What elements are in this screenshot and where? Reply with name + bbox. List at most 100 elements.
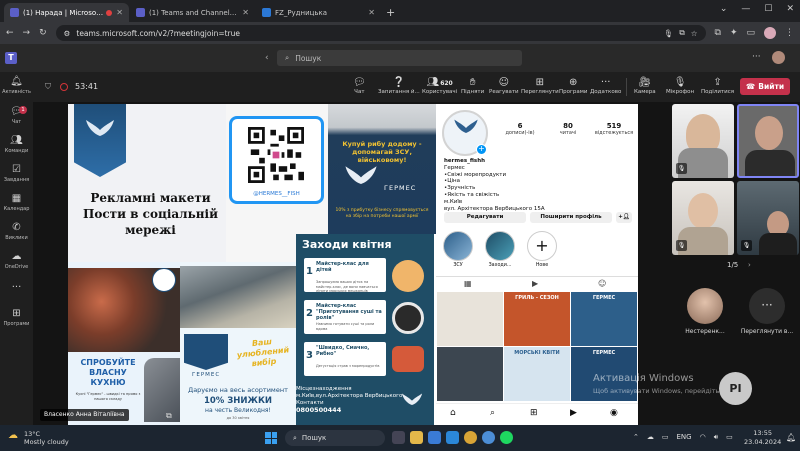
- more-button[interactable]: ··· Додатково: [590, 76, 621, 95]
- browser-tab-teams-channels[interactable]: (1) Teams and Channels | Д ✕: [130, 3, 255, 22]
- more-icon[interactable]: ···: [752, 52, 761, 62]
- spotify-icon[interactable]: [500, 431, 513, 444]
- qr-frame: @HERMES__FISH: [229, 116, 324, 204]
- apps-button[interactable]: ⊕ Програми: [559, 76, 587, 95]
- rail-item-apps[interactable]: ⊞ Програми: [0, 308, 33, 327]
- home-icon[interactable]: ⌂: [450, 408, 456, 418]
- reels-icon[interactable]: ▶: [570, 408, 577, 418]
- volume-icon[interactable]: 🔊︎: [714, 433, 718, 442]
- add-post-icon[interactable]: ⊞: [530, 408, 538, 418]
- back-icon[interactable]: ‹: [265, 53, 269, 63]
- posts-stat[interactable]: 6 дописи(-ів): [498, 122, 542, 136]
- search-icon[interactable]: ⌕: [490, 408, 495, 418]
- new-tab-button[interactable]: +: [386, 3, 395, 22]
- translate-icon[interactable]: ⧉: [679, 28, 684, 38]
- mail-icon[interactable]: [428, 431, 441, 444]
- chrome-profile-icon[interactable]: [482, 431, 495, 444]
- chevron-up-icon[interactable]: ⌃: [633, 433, 639, 442]
- rail-item-calendar[interactable]: ▦ Календар: [0, 193, 33, 212]
- add-story-icon[interactable]: +: [476, 144, 487, 155]
- star-icon[interactable]: ☆: [691, 29, 698, 38]
- grid-icon[interactable]: ▦: [464, 279, 472, 288]
- close-tab-icon[interactable]: ✕: [242, 8, 249, 17]
- post-tile[interactable]: ГЕРМЕС: [571, 292, 637, 346]
- mic-icon[interactable]: 🎙: [664, 29, 674, 38]
- task-view-icon[interactable]: [392, 431, 405, 444]
- view-button[interactable]: ⊞ Переглянути: [521, 76, 559, 95]
- search-input[interactable]: ⌕ Пошук: [277, 50, 522, 66]
- user-avatar[interactable]: [772, 51, 785, 64]
- add-person-icon[interactable]: +👤︎: [616, 212, 632, 223]
- url-field[interactable]: ⚙ teams.microsoft.com/v2/?meetingjoin=tr…: [55, 25, 706, 41]
- participant-tile[interactable]: Нестеренк...: [681, 288, 729, 335]
- rail-item-more[interactable]: ···: [0, 282, 33, 295]
- browser-tab-meeting[interactable]: (1) Нарада | Microsoft Tea ✕: [4, 3, 129, 22]
- browser-tab-fz[interactable]: FZ_Рудницька ✕: [256, 3, 381, 22]
- system-clock[interactable]: 13:55 23.04.2024: [744, 429, 781, 447]
- puzzle-icon[interactable]: ✦: [730, 28, 738, 38]
- menu-icon[interactable]: ⋮: [785, 28, 794, 38]
- participant-video[interactable]: 🎙︎: [672, 181, 734, 255]
- participant-video[interactable]: 🎙︎: [672, 104, 734, 178]
- windows-start-icon[interactable]: [265, 432, 277, 444]
- chevron-down-icon[interactable]: ⌄: [720, 4, 728, 14]
- share-button[interactable]: ⇪ Поділитися: [701, 76, 734, 95]
- close-tab-icon[interactable]: ✕: [116, 8, 123, 17]
- battery-icon[interactable]: ▭: [726, 433, 733, 442]
- followers-stat[interactable]: 80 читачі: [546, 122, 590, 136]
- sidebar-icon[interactable]: ▭: [746, 28, 755, 38]
- rail-item-teams[interactable]: 👥︎ Команди: [0, 135, 33, 154]
- close-icon[interactable]: ✕: [786, 4, 794, 14]
- taskbar-search[interactable]: ⌕ Пошук: [285, 430, 385, 446]
- post-tile[interactable]: [437, 292, 503, 346]
- close-tab-icon[interactable]: ✕: [368, 8, 375, 17]
- edit-profile-button[interactable]: Редагувати: [444, 212, 526, 223]
- profile-avatar[interactable]: [764, 27, 776, 39]
- chevron-right-icon[interactable]: ›: [748, 261, 751, 269]
- store-icon[interactable]: [446, 431, 459, 444]
- people-button[interactable]: 👥︎620 Користувачі: [422, 76, 457, 95]
- weather-widget[interactable]: ☁ 13°C Mostly cloudy: [8, 430, 69, 446]
- participant-video[interactable]: 🎙︎: [737, 181, 799, 255]
- post-tile[interactable]: [437, 347, 503, 401]
- react-button[interactable]: ☺ Реагувати: [489, 76, 519, 95]
- minimize-icon[interactable]: —: [741, 4, 750, 14]
- following-stat[interactable]: 519 відстежується: [592, 122, 636, 136]
- meet-icon[interactable]: ▭: [662, 433, 669, 442]
- rail-item-tasks[interactable]: ☑ Завдання: [0, 164, 33, 183]
- participant-initials-avatar[interactable]: PI: [719, 372, 752, 405]
- qa-button[interactable]: ❔ Запитання й...: [378, 76, 420, 95]
- highlight-new[interactable]: + Нове: [526, 231, 558, 268]
- mic-button[interactable]: 🎙︎ Мікрофон: [666, 76, 694, 95]
- reels-icon[interactable]: ▶: [532, 279, 538, 288]
- rail-item-activity[interactable]: 🔔︎ Активність: [0, 76, 33, 95]
- tagged-icon[interactable]: ☺: [598, 279, 606, 288]
- chrome-icon[interactable]: [464, 431, 477, 444]
- cloud-icon[interactable]: ☁: [647, 433, 654, 442]
- extensions-icon[interactable]: ⧉: [715, 28, 721, 38]
- profile-icon[interactable]: ◉: [610, 408, 618, 418]
- post-tile[interactable]: МОРСЬКІ КВІТИ: [504, 347, 570, 401]
- language-indicator[interactable]: ENG: [677, 433, 692, 442]
- highlight-events[interactable]: Заходи...: [484, 231, 516, 268]
- back-icon[interactable]: ←: [6, 28, 14, 38]
- reload-icon[interactable]: ↻: [39, 28, 47, 38]
- participant-video-speaking[interactable]: [737, 104, 799, 178]
- file-explorer-icon[interactable]: [410, 431, 423, 444]
- view-more-tile[interactable]: ··· Переглянути в...: [738, 288, 796, 335]
- site-info-icon[interactable]: ⚙: [64, 29, 71, 38]
- maximize-icon[interactable]: ☐: [764, 4, 772, 14]
- notifications-icon[interactable]: 🔔︎: [786, 433, 796, 442]
- highlight-zsu[interactable]: ЗСУ: [442, 231, 474, 268]
- rail-item-calls[interactable]: ✆ Виклики: [0, 222, 33, 241]
- leave-button[interactable]: ☎ Вийти: [740, 78, 790, 95]
- post-tile[interactable]: ГРИЛЬ - СЕЗОН: [504, 292, 570, 346]
- chat-button[interactable]: 💬︎ Чат: [353, 76, 366, 95]
- raise-hand-button[interactable]: ✋︎ Підняти: [461, 76, 484, 95]
- camera-button[interactable]: 🎥︎ Камера: [634, 76, 656, 95]
- share-profile-button[interactable]: Поширити профіль: [530, 212, 612, 223]
- rail-item-onedrive[interactable]: ☁ OneDrive: [0, 251, 33, 270]
- wifi-icon[interactable]: ◠: [700, 433, 706, 442]
- rail-item-chat[interactable]: 💬︎ 1 Чат: [0, 106, 33, 125]
- forward-icon[interactable]: →: [23, 28, 31, 38]
